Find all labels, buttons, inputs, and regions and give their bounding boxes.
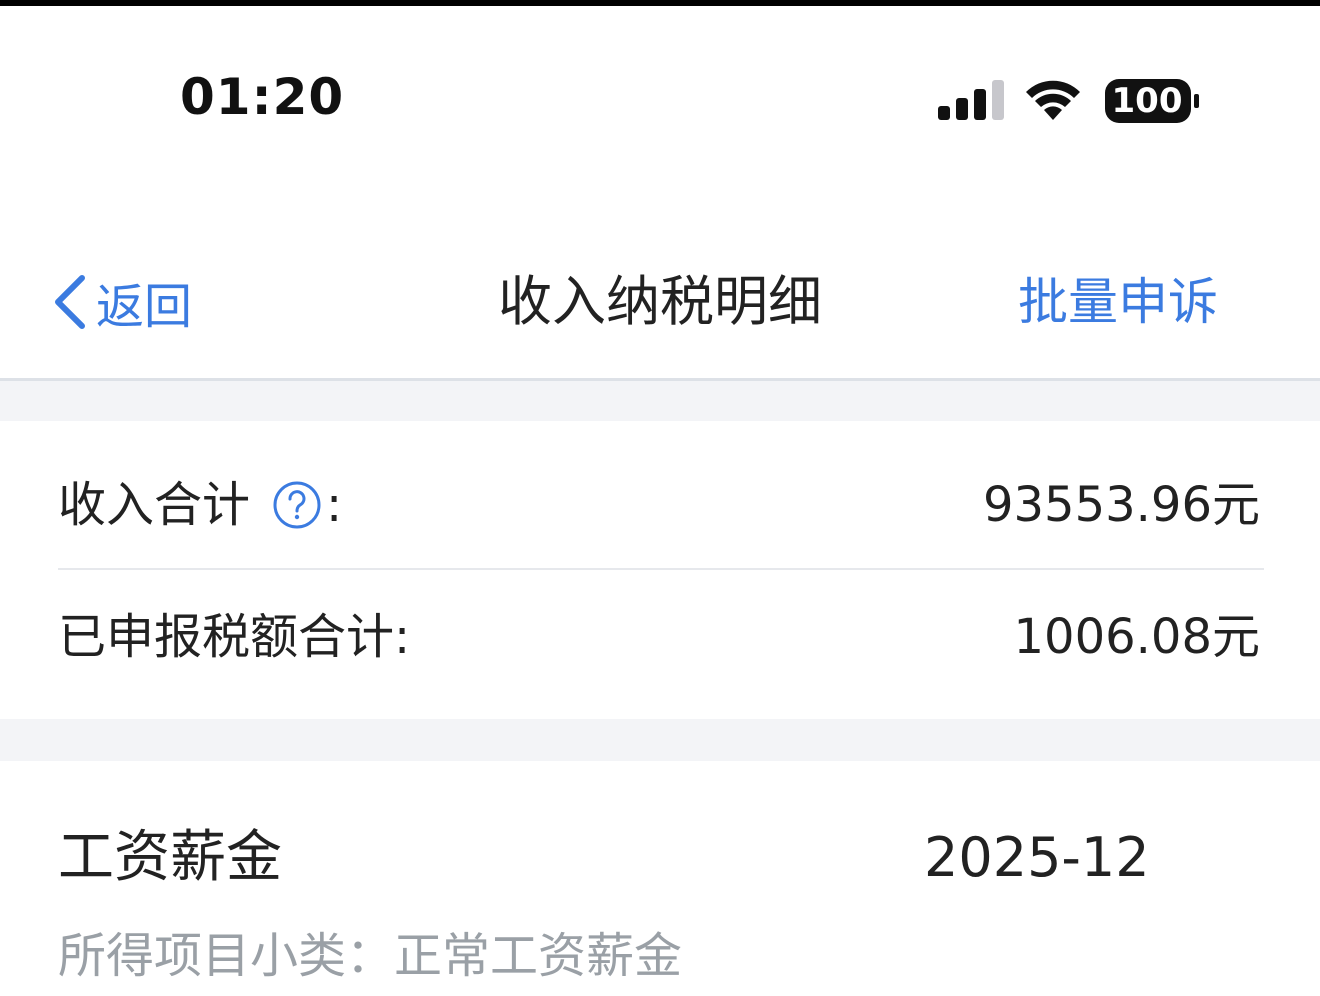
question-circle-icon[interactable] [272, 480, 322, 530]
income-tax-detail-page: 01:20 100 返回 收入纳税明细 批量申诉 收入合计: 93553.96… [0, 0, 1320, 996]
chevron-left-icon [55, 275, 85, 329]
section-gap [0, 381, 1320, 421]
battery-level: 100 [1111, 81, 1183, 121]
record-date: 2025-12 [924, 826, 1150, 889]
income-total-colon: : [326, 477, 343, 533]
record-title: 工资薪金 [58, 825, 282, 890]
status-bar: 01:20 100 [0, 6, 1320, 166]
income-total-row: 收入合计 : 93553.96元 [58, 455, 1264, 555]
status-time: 01:20 [180, 68, 345, 126]
page-title: 收入纳税明细 [498, 270, 822, 333]
back-button[interactable]: 返回 [50, 266, 192, 338]
record-subcategory: 所得项目小类：正常工资薪金 [58, 928, 683, 984]
list-item[interactable]: 工资薪金 2025-12 所得项目小类：正常工资薪金 [0, 761, 1320, 996]
income-total-value: 93553.96元 [982, 477, 1260, 533]
signal-icon [938, 80, 1004, 120]
nav-bar: 返回 收入纳税明细 批量申诉 [0, 226, 1320, 378]
section-gap [0, 719, 1320, 761]
tax-total-label: 已申报税额合计: [58, 609, 411, 665]
batch-appeal-button[interactable]: 批量申诉 [1018, 266, 1218, 338]
wifi-icon [1026, 80, 1080, 120]
back-label: 返回 [96, 279, 193, 335]
income-total-label-group: 收入合计 : [58, 455, 342, 555]
row-divider [58, 568, 1264, 570]
tax-total-value: 1006.08元 [1013, 609, 1261, 665]
summary-card: 收入合计 : 93553.96元 已申报税额合计: 1006.08元 [0, 421, 1320, 719]
tax-total-row: 已申报税额合计: 1006.08元 [58, 587, 1264, 687]
income-total-label: 收入合计 [58, 477, 251, 533]
